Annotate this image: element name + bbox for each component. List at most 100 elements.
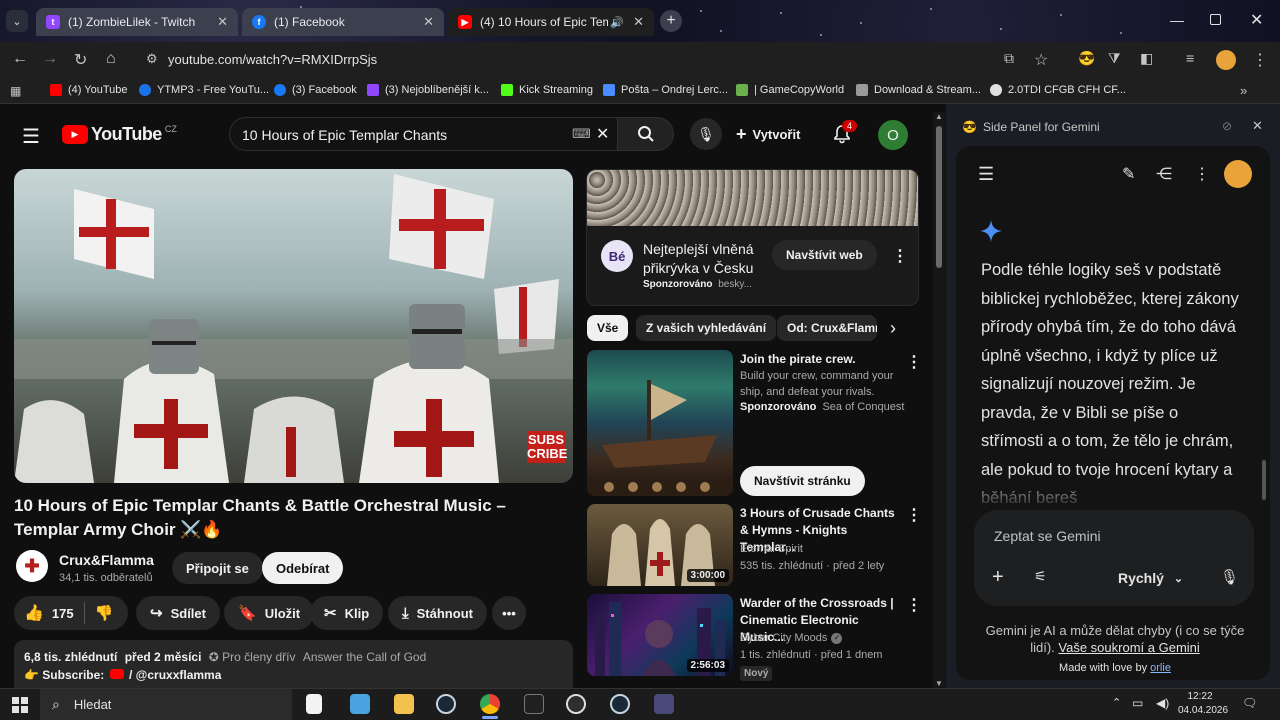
download-button[interactable]: ⤓ Stáhnout bbox=[388, 596, 487, 630]
file-explorer-icon[interactable] bbox=[394, 694, 414, 714]
clip-button[interactable]: ✂ Klip bbox=[310, 596, 384, 630]
show-hidden-icons[interactable]: ⌃ bbox=[1112, 696, 1121, 709]
apps-icon[interactable]: ▦ bbox=[10, 84, 21, 98]
bookmark-item[interactable]: | GameCopyWorld bbox=[736, 84, 844, 96]
chip-from-channel[interactable]: Od: Crux&Flamma bbox=[777, 315, 877, 341]
steam-icon[interactable] bbox=[436, 694, 456, 714]
save-button[interactable]: 🔖 Uložit bbox=[224, 596, 315, 630]
close-panel-icon[interactable]: ✕ bbox=[1252, 118, 1263, 134]
side-panel-icon[interactable]: ◧ bbox=[1140, 50, 1153, 67]
more-actions-button[interactable]: ••• bbox=[492, 596, 526, 630]
close-icon[interactable]: ✕ bbox=[633, 14, 644, 30]
clock[interactable]: 12:22 04.04.2026 bbox=[1178, 690, 1228, 718]
ad-menu-icon[interactable]: ⋮ bbox=[892, 246, 908, 266]
pirate-ad-thumbnail[interactable] bbox=[587, 350, 733, 496]
obs-icon[interactable] bbox=[566, 694, 586, 714]
media-controls-icon[interactable]: ≡ bbox=[1186, 50, 1194, 66]
home-icon[interactable]: ⌂ bbox=[106, 50, 116, 68]
install-app-icon[interactable]: ⧉ bbox=[1004, 50, 1014, 67]
ad-visit-button[interactable]: Navštívit web bbox=[772, 240, 877, 270]
close-icon[interactable]: ✕ bbox=[217, 14, 228, 30]
search-button[interactable] bbox=[618, 117, 674, 151]
bookmark-item[interactable]: 2.0TDI CFGB CFH CF... bbox=[990, 84, 1126, 96]
bookmark-item[interactable]: (3) Nejoblíbenější k... bbox=[367, 84, 489, 96]
tab-twitch[interactable]: t (1) ZombieLilek - Twitch ✕ bbox=[36, 8, 238, 36]
game-icon[interactable] bbox=[654, 694, 674, 714]
hamburger-menu-icon[interactable]: ☰ bbox=[22, 124, 40, 149]
file-icon[interactable] bbox=[306, 694, 322, 714]
scroll-down-icon[interactable]: ▼ bbox=[935, 679, 943, 688]
share-button[interactable]: ↪ Sdílet bbox=[136, 596, 220, 630]
maximize-button[interactable] bbox=[1210, 14, 1221, 25]
site-info-icon[interactable]: ⚙ bbox=[146, 51, 158, 67]
author-link[interactable]: orlie bbox=[1150, 662, 1171, 674]
sidebar-channel-name[interactable]: Eternal Spirit bbox=[740, 541, 803, 557]
tab-search-button[interactable]: ⌄ bbox=[6, 10, 28, 32]
taskbar-search-input[interactable]: Hledat bbox=[74, 697, 112, 712]
chrome-icon[interactable] bbox=[480, 694, 500, 714]
add-attachment-icon[interactable]: + bbox=[992, 566, 1004, 589]
reload-icon[interactable]: ↻ bbox=[74, 50, 87, 70]
minimize-button[interactable]: — bbox=[1170, 12, 1184, 28]
chip-from-searches[interactable]: Z vašich vyhledávání bbox=[636, 315, 777, 341]
channel-name[interactable]: Crux&Flamma bbox=[59, 552, 154, 568]
create-button[interactable]: + Vytvořit bbox=[736, 124, 800, 145]
video-menu-icon[interactable]: ⋮ bbox=[906, 352, 922, 372]
privacy-link[interactable]: Vaše soukromí a Gemini bbox=[1058, 640, 1199, 655]
search-box[interactable]: 10 Hours of Epic Templar Chants ⌨ ✕ bbox=[229, 117, 618, 151]
scroll-up-icon[interactable]: ▲ bbox=[935, 112, 943, 121]
voice-search-button[interactable]: 🎙 bbox=[690, 118, 722, 150]
taskbar-search[interactable]: ⌕ Hledat bbox=[40, 689, 292, 720]
youtube-logo[interactable]: ▶ YouTube CZ bbox=[62, 124, 177, 145]
subscribe-button[interactable]: Odebírat bbox=[262, 552, 344, 584]
menu-icon[interactable]: ⋮ bbox=[1252, 50, 1268, 70]
bookmark-item[interactable]: Pošta – Ondrej Lerc... bbox=[603, 84, 728, 96]
notifications-button[interactable]: 4 bbox=[832, 120, 858, 144]
video-menu-icon[interactable]: ⋮ bbox=[906, 595, 922, 615]
microphone-icon[interactable]: 🎙 bbox=[1220, 568, 1239, 586]
back-icon[interactable]: ← bbox=[12, 50, 28, 68]
keyboard-icon[interactable]: ⌨ bbox=[572, 126, 591, 142]
model-selector[interactable]: Rychlý ⌄ bbox=[1118, 570, 1183, 586]
description-box[interactable]: 6,8 tis. zhlédnutí před 2 měsíci ✪ Pro č… bbox=[14, 640, 573, 688]
like-button[interactable]: 👍 175 bbox=[14, 603, 84, 623]
visit-page-button[interactable]: Navštívit stránku bbox=[740, 466, 865, 496]
gemini-scrollbar-thumb[interactable] bbox=[1262, 460, 1266, 500]
bookmark-item[interactable]: Download & Stream... bbox=[856, 84, 981, 96]
share-icon[interactable]: ⋲ bbox=[1156, 164, 1172, 184]
video-menu-icon[interactable]: ⋮ bbox=[906, 505, 922, 525]
video-thumbnail[interactable]: 3:00:00 bbox=[587, 504, 733, 586]
sidebar-video-title[interactable]: Join the pirate crew. bbox=[740, 351, 900, 368]
sidebar-channel-name[interactable]: Cyber City Moods bbox=[740, 630, 827, 646]
bookmark-item[interactable]: (3) Facebook bbox=[274, 84, 357, 96]
search-input[interactable]: 10 Hours of Epic Templar Chants bbox=[242, 127, 447, 143]
pin-icon[interactable]: ⊘ bbox=[1222, 119, 1232, 133]
gemini-profile-avatar[interactable] bbox=[1224, 160, 1252, 188]
more-bookmarks-icon[interactable]: » bbox=[1240, 83, 1247, 98]
channel-avatar[interactable]: ✚ bbox=[16, 550, 48, 582]
forward-icon[interactable]: → bbox=[42, 50, 58, 68]
ad-card[interactable]: Bé Nejteplejší vlněná přikrývka v Česku … bbox=[586, 169, 919, 306]
new-tab-button[interactable]: + bbox=[660, 10, 682, 32]
volume-icon[interactable]: ◀) bbox=[1156, 696, 1169, 710]
join-button[interactable]: Připojit se bbox=[172, 552, 263, 584]
address-bar[interactable]: ⚙ youtube.com/watch?v=RMXIDrrpSjs bbox=[136, 46, 996, 74]
video-player[interactable]: SUBS CRIBE bbox=[14, 169, 573, 483]
gemini-menu-icon[interactable]: ☰ bbox=[978, 164, 994, 185]
bookmark-item[interactable]: Kick Streaming bbox=[501, 84, 593, 96]
new-chat-icon[interactable]: ✎ bbox=[1122, 164, 1135, 184]
video-thumbnail[interactable]: 2:56:03 bbox=[587, 594, 733, 676]
close-icon[interactable]: ✕ bbox=[423, 14, 434, 30]
close-window-button[interactable]: ✕ bbox=[1250, 10, 1263, 30]
chip-all[interactable]: Vše bbox=[587, 315, 629, 341]
network-icon[interactable]: ▭ bbox=[1132, 696, 1143, 710]
account-avatar[interactable]: O bbox=[878, 120, 908, 150]
dislike-button[interactable]: 👎 bbox=[85, 604, 124, 622]
photos-app-icon[interactable] bbox=[350, 694, 370, 714]
scrollbar-thumb[interactable] bbox=[936, 126, 942, 268]
gemini-prompt-input[interactable]: Zeptat se Gemini bbox=[994, 528, 1101, 544]
bookmark-star-icon[interactable]: ☆ bbox=[1034, 50, 1048, 70]
chips-next-icon[interactable]: › bbox=[890, 318, 896, 339]
tools-icon[interactable]: ⚟ bbox=[1034, 568, 1047, 585]
steam-icon[interactable] bbox=[610, 694, 630, 714]
